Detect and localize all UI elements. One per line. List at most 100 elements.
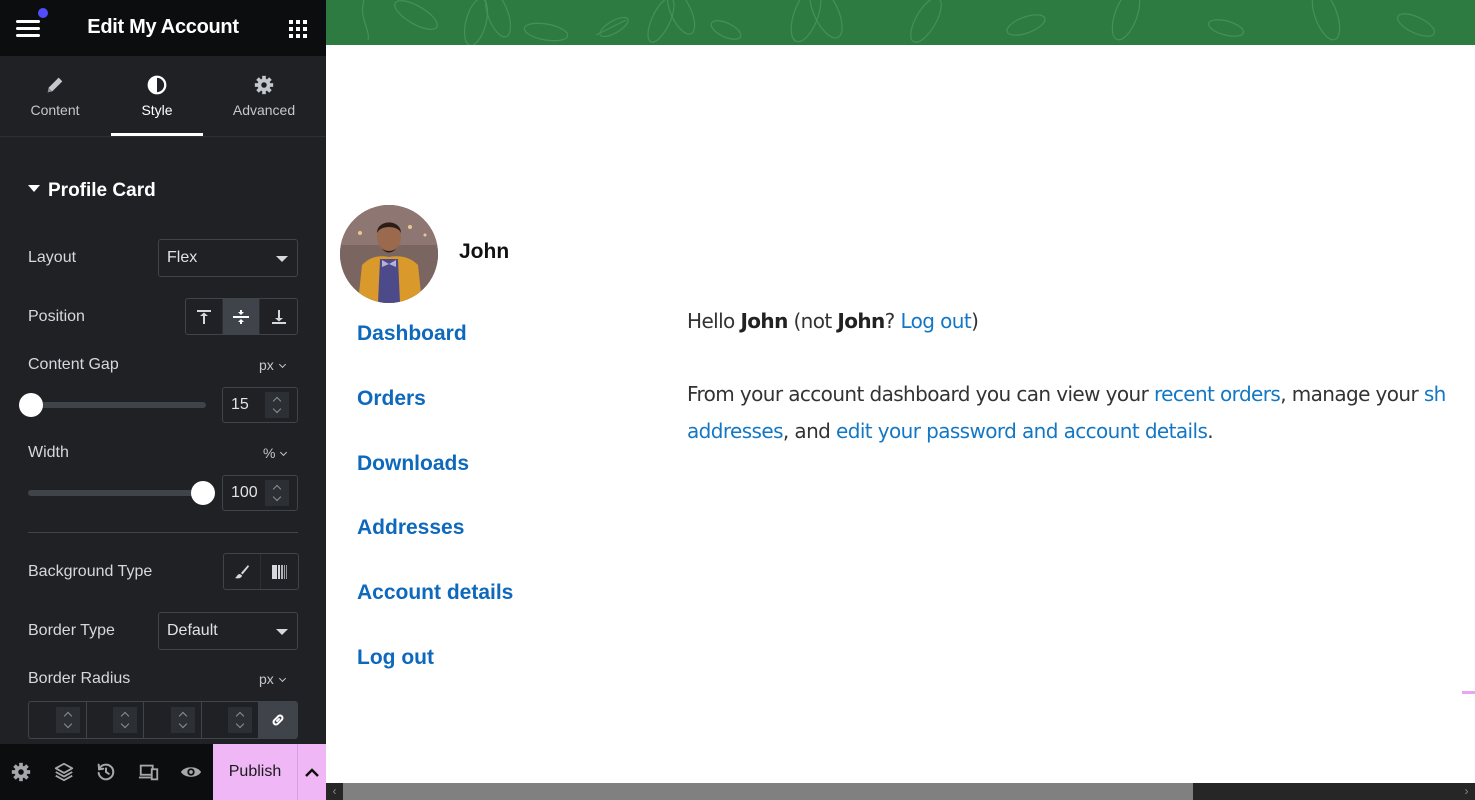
- panel-header: Edit My Account: [0, 0, 326, 56]
- position-bottom-button[interactable]: [260, 299, 297, 334]
- grid-icon[interactable]: [289, 20, 307, 38]
- text: , and: [782, 419, 837, 443]
- text: ): [971, 309, 979, 333]
- greeting-name: John: [837, 309, 885, 333]
- logout-link[interactable]: Log out: [900, 309, 971, 333]
- chevron-down-icon: [278, 360, 286, 369]
- content-gap-label: Content Gap: [28, 356, 119, 373]
- width-label: Width: [28, 444, 69, 461]
- text: .: [1207, 419, 1214, 443]
- unit-value: px: [259, 671, 274, 687]
- width-slider[interactable]: [28, 481, 215, 505]
- editor-panel: Edit My Account Content Style Advanced P…: [0, 0, 326, 800]
- shipping-addresses-link[interactable]: sh: [1424, 382, 1447, 406]
- tab-label: Style: [141, 102, 173, 118]
- nav-orders[interactable]: Orders: [357, 387, 426, 411]
- nav-account-details[interactable]: Account details: [357, 581, 513, 605]
- preview-eye-icon[interactable]: [180, 761, 202, 783]
- position-middle-button[interactable]: [223, 299, 260, 334]
- scrollbar-thumb[interactable]: [343, 783, 1193, 800]
- align-bottom-icon: [271, 309, 286, 324]
- position-top-button[interactable]: [186, 299, 223, 334]
- stepper-icon[interactable]: [228, 707, 252, 733]
- link-values-button[interactable]: [259, 702, 297, 738]
- divider: [28, 532, 298, 533]
- border-type-select[interactable]: Default: [158, 612, 298, 650]
- nav-logout[interactable]: Log out: [357, 646, 434, 670]
- history-icon[interactable]: [95, 761, 117, 783]
- slider-thumb[interactable]: [191, 481, 215, 505]
- horizontal-scrollbar[interactable]: ‹ ›: [326, 783, 1475, 800]
- border-type-label: Border Type: [28, 622, 115, 639]
- border-radius-unit-select[interactable]: px: [259, 671, 286, 687]
- text: Hello: [687, 309, 741, 333]
- content-gap-slider[interactable]: [19, 393, 206, 417]
- tab-content[interactable]: Content: [0, 56, 110, 136]
- chevron-down-icon: [278, 674, 286, 683]
- layout-label: Layout: [28, 249, 77, 266]
- recent-orders-link[interactable]: recent orders: [1154, 382, 1281, 406]
- width-unit-select[interactable]: %: [263, 445, 288, 461]
- align-middle-icon: [233, 309, 249, 324]
- background-gradient-button[interactable]: [261, 554, 298, 589]
- scroll-right-icon[interactable]: ›: [1458, 783, 1475, 800]
- nav-addresses[interactable]: Addresses: [357, 516, 464, 540]
- section-toggle-profile-card[interactable]: Profile Card: [28, 180, 156, 202]
- chevron-down-icon: [280, 448, 288, 457]
- stepper-icon[interactable]: [170, 707, 195, 733]
- position-label: Position: [28, 308, 85, 325]
- stepper-icon[interactable]: [265, 480, 289, 506]
- align-top-icon: [197, 309, 211, 324]
- content-gap-value: 15: [231, 396, 249, 413]
- unit-value: px: [259, 357, 274, 373]
- settings-icon[interactable]: [10, 761, 32, 783]
- border-radius-left-input[interactable]: [202, 702, 259, 738]
- width-value: 100: [231, 484, 258, 501]
- slider-thumb[interactable]: [19, 393, 43, 417]
- publish-options-button[interactable]: [297, 744, 326, 800]
- layers-icon[interactable]: [53, 761, 75, 783]
- panel-footer: Publish: [0, 744, 326, 800]
- header-banner: [326, 0, 1475, 45]
- caret-down-icon: [28, 185, 40, 193]
- brush-icon: [235, 564, 249, 578]
- text: From your account dashboard you can view…: [687, 382, 1154, 406]
- background-type-label: Background Type: [28, 563, 153, 580]
- chevron-up-icon: [305, 768, 319, 777]
- content-gap-unit-select[interactable]: px: [259, 357, 286, 373]
- width-input[interactable]: 100: [222, 475, 298, 511]
- edit-account-link[interactable]: edit your password and account details: [836, 419, 1208, 443]
- nav-downloads[interactable]: Downloads: [357, 452, 469, 476]
- widget-handle[interactable]: [1462, 691, 1475, 694]
- greeting-name: John: [740, 309, 788, 333]
- profile-name: John: [459, 240, 510, 263]
- panel-title: Edit My Account: [87, 16, 239, 38]
- content-gap-input[interactable]: 15: [222, 387, 298, 423]
- tab-advanced[interactable]: Advanced: [214, 56, 314, 136]
- responsive-icon[interactable]: [138, 761, 160, 783]
- nav-dashboard[interactable]: Dashboard: [357, 322, 467, 346]
- stepper-icon[interactable]: [113, 707, 137, 733]
- intro-line-1: From your account dashboard you can view…: [687, 382, 1446, 406]
- gear-icon: [254, 75, 274, 95]
- background-classic-button[interactable]: [224, 554, 261, 589]
- border-radius-top-input[interactable]: [29, 702, 87, 738]
- border-radius-bottom-input[interactable]: [144, 702, 202, 738]
- tab-style[interactable]: Style: [111, 56, 203, 136]
- panel-tabs: Content Style Advanced: [0, 56, 326, 137]
- stepper-icon[interactable]: [265, 392, 289, 418]
- gradient-icon: [271, 564, 287, 579]
- profile-photo: [340, 205, 438, 303]
- unit-value: %: [263, 445, 276, 461]
- scroll-left-icon[interactable]: ‹: [326, 783, 343, 800]
- section-title: Profile Card: [48, 180, 156, 201]
- stepper-icon[interactable]: [55, 707, 80, 733]
- avatar: [340, 205, 438, 303]
- tab-label: Content: [30, 102, 80, 118]
- layout-select[interactable]: Flex: [158, 239, 298, 277]
- publish-button[interactable]: Publish: [213, 744, 297, 800]
- border-radius-right-input[interactable]: [87, 702, 144, 738]
- addresses-link[interactable]: addresses: [687, 419, 784, 443]
- page-preview: John Dashboard Orders Downloads Addresse…: [326, 0, 1475, 783]
- dropdown-arrow-icon: [276, 256, 288, 262]
